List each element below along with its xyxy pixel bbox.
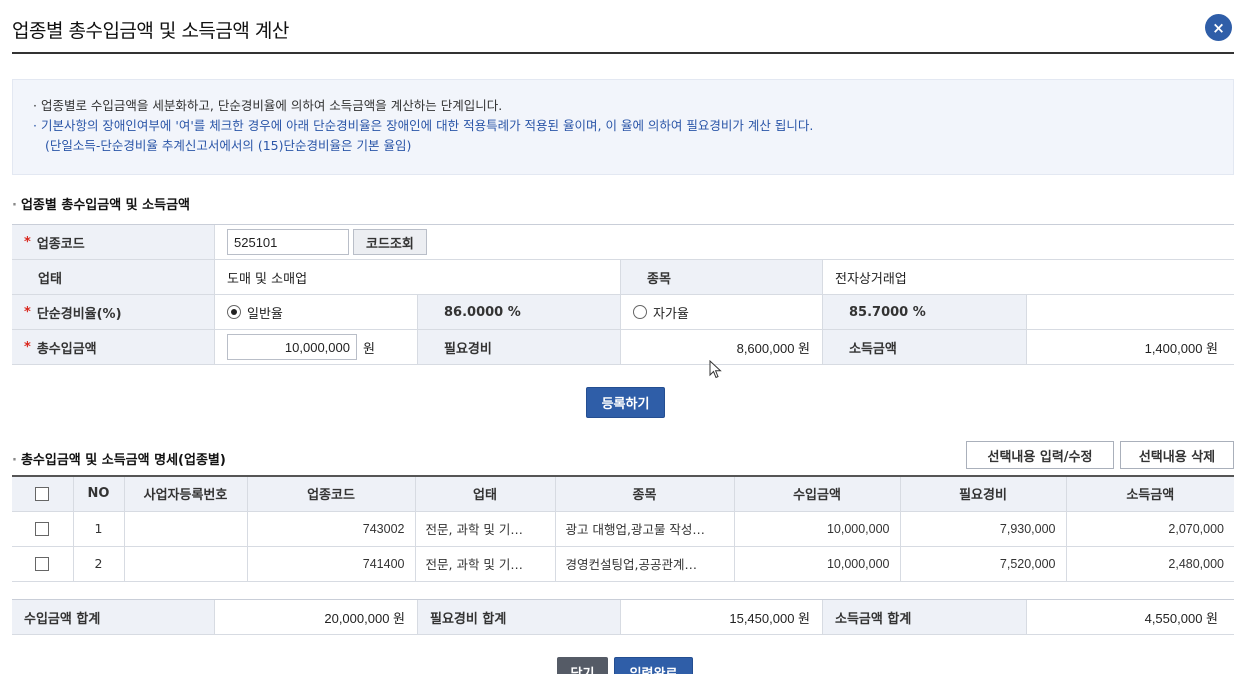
complete-button[interactable]: 입력완료 [614, 657, 693, 674]
select-all-checkbox[interactable] [35, 486, 50, 501]
row-select-cell [12, 545, 74, 582]
summary-table: 수입금액 합계 20,000,000 원 필요경비 합계 15,450,000 … [12, 599, 1234, 635]
row-checkbox[interactable] [35, 522, 50, 537]
row-type: 전문, 과학 및 기… [414, 545, 556, 582]
dialog-header: 업종별 총수입금액 및 소득금액 계산 × [12, 0, 1234, 54]
required-mark: * [24, 339, 31, 355]
rate-general-value: 86.0000 % [418, 295, 621, 329]
industry-code-input[interactable]: 525101 [227, 229, 349, 255]
col-expense: 필요경비 [899, 476, 1067, 512]
rate-self-label: 자가율 [653, 306, 689, 322]
business-type-value: 도매 및 소매업 [215, 260, 621, 294]
col-income: 수입금액 [733, 476, 901, 512]
row-item: 광고 대행업,광고물 작성… [554, 510, 735, 547]
row-profit: 2,070,000 [1065, 510, 1234, 547]
empty-cell [1027, 295, 1234, 329]
section-title-income-calc: 업종별 총수입금액 및 소득금액 [12, 194, 190, 213]
rate-general-label: 일반율 [247, 306, 283, 322]
rate-self-value: 85.7000 % [823, 295, 1027, 329]
section-title-details: 총수입금액 및 소득금액 명세(업종별) [12, 449, 226, 468]
required-mark: * [24, 304, 31, 320]
row-biz-no [123, 510, 248, 547]
expense-sum-label: 필요경비 합계 [418, 600, 621, 634]
table-header-row: NO 사업자등록번호 업종코드 업태 종목 수입금액 필요경비 소득금액 [12, 476, 1234, 512]
notice-line-1: · 업종별로 수입금액을 세분화하고, 단순경비율에 의하여 소득금액을 계산하… [33, 98, 503, 113]
col-type: 업태 [414, 476, 556, 512]
col-profit: 소득금액 [1065, 476, 1234, 512]
total-income-cell: 10,000,000 원 [215, 330, 418, 364]
expense-label: 필요경비 [418, 330, 621, 364]
select-all-header [12, 476, 74, 512]
required-mark: * [24, 234, 31, 250]
row-no: 2 [72, 545, 125, 582]
notice-line-3: (단일소득-단순경비율 추계신고서에서의 (15)단순경비율은 기본 율임) [45, 138, 412, 153]
register-button[interactable]: 등록하기 [586, 387, 665, 418]
edit-selected-button[interactable]: 선택내용 입력/수정 [966, 441, 1114, 469]
notice-box: · 업종별로 수입금액을 세분화하고, 단순경비율에 의하여 소득금액을 계산하… [12, 79, 1234, 175]
details-table: NO 사업자등록번호 업종코드 업태 종목 수입금액 필요경비 소득금액 1 7… [12, 475, 1234, 582]
delete-selected-button[interactable]: 선택내용 삭제 [1120, 441, 1234, 469]
won-unit: 원 [363, 341, 375, 357]
income-value: 1,400,000 원 [1027, 330, 1234, 364]
col-no: NO [72, 476, 125, 512]
item-value: 전자상거래업 [823, 260, 1234, 294]
row-income: 10,000,000 [733, 510, 901, 547]
expense-sum-value: 15,450,000 원 [621, 600, 823, 634]
item-label: 종목 [621, 260, 823, 294]
total-income-label: * 총수입금액 [12, 330, 215, 364]
rate-self-option[interactable]: 자가율 [621, 295, 823, 329]
income-calc-form: * 업종코드 525101 코드조회 업태 도매 및 소매업 종목 전자상거래업… [12, 224, 1234, 365]
table-row[interactable]: 1 743002 전문, 과학 및 기… 광고 대행업,광고물 작성… 10,0… [12, 510, 1234, 547]
code-lookup-button[interactable]: 코드조회 [353, 229, 427, 255]
row-expense: 7,520,000 [899, 545, 1067, 582]
rate-self-radio[interactable] [633, 305, 647, 319]
business-type-label: 업태 [12, 260, 215, 294]
profit-sum-value: 4,550,000 원 [1027, 600, 1234, 634]
income-sum-value: 20,000,000 원 [215, 600, 418, 634]
row-code: 743002 [246, 510, 416, 547]
notice-line-2: · 기본사항의 장애인여부에 '여'를 체크한 경우에 아래 단순경비율은 장애… [33, 118, 814, 133]
row-select-cell [12, 510, 74, 547]
rate-general-option[interactable]: 일반율 [215, 295, 418, 329]
close-button[interactable]: 닫기 [557, 657, 608, 674]
row-profit: 2,480,000 [1065, 545, 1234, 582]
industry-code-cell: 525101 코드조회 [215, 225, 1234, 259]
row-biz-no [123, 545, 248, 582]
rate-label-text: 단순경비율(%) [36, 306, 122, 322]
expense-value: 8,600,000 원 [621, 330, 823, 364]
rate-label: * 단순경비율(%) [12, 295, 215, 329]
rate-general-radio[interactable] [227, 305, 241, 319]
row-checkbox[interactable] [35, 557, 50, 572]
total-income-label-text: 총수입금액 [36, 341, 97, 357]
income-label: 소득금액 [823, 330, 1027, 364]
col-item: 종목 [554, 476, 735, 512]
row-no: 1 [72, 510, 125, 547]
dialog-title: 업종별 총수입금액 및 소득금액 계산 [12, 20, 289, 42]
row-code: 741400 [246, 545, 416, 582]
mouse-cursor-icon [709, 360, 722, 379]
col-code: 업종코드 [246, 476, 416, 512]
total-income-input[interactable]: 10,000,000 [227, 334, 357, 360]
industry-code-label: * 업종코드 [12, 225, 215, 259]
industry-code-label-text: 업종코드 [36, 236, 85, 252]
row-expense: 7,930,000 [899, 510, 1067, 547]
income-sum-label: 수입금액 합계 [12, 600, 215, 634]
row-type: 전문, 과학 및 기… [414, 510, 556, 547]
row-item: 경영컨설팅업,공공관계… [554, 545, 735, 582]
row-income: 10,000,000 [733, 545, 901, 582]
table-row[interactable]: 2 741400 전문, 과학 및 기… 경영컨설팅업,공공관계… 10,000… [12, 545, 1234, 582]
profit-sum-label: 소득금액 합계 [823, 600, 1027, 634]
col-biz-no: 사업자등록번호 [123, 476, 248, 512]
close-icon[interactable]: × [1205, 14, 1232, 41]
